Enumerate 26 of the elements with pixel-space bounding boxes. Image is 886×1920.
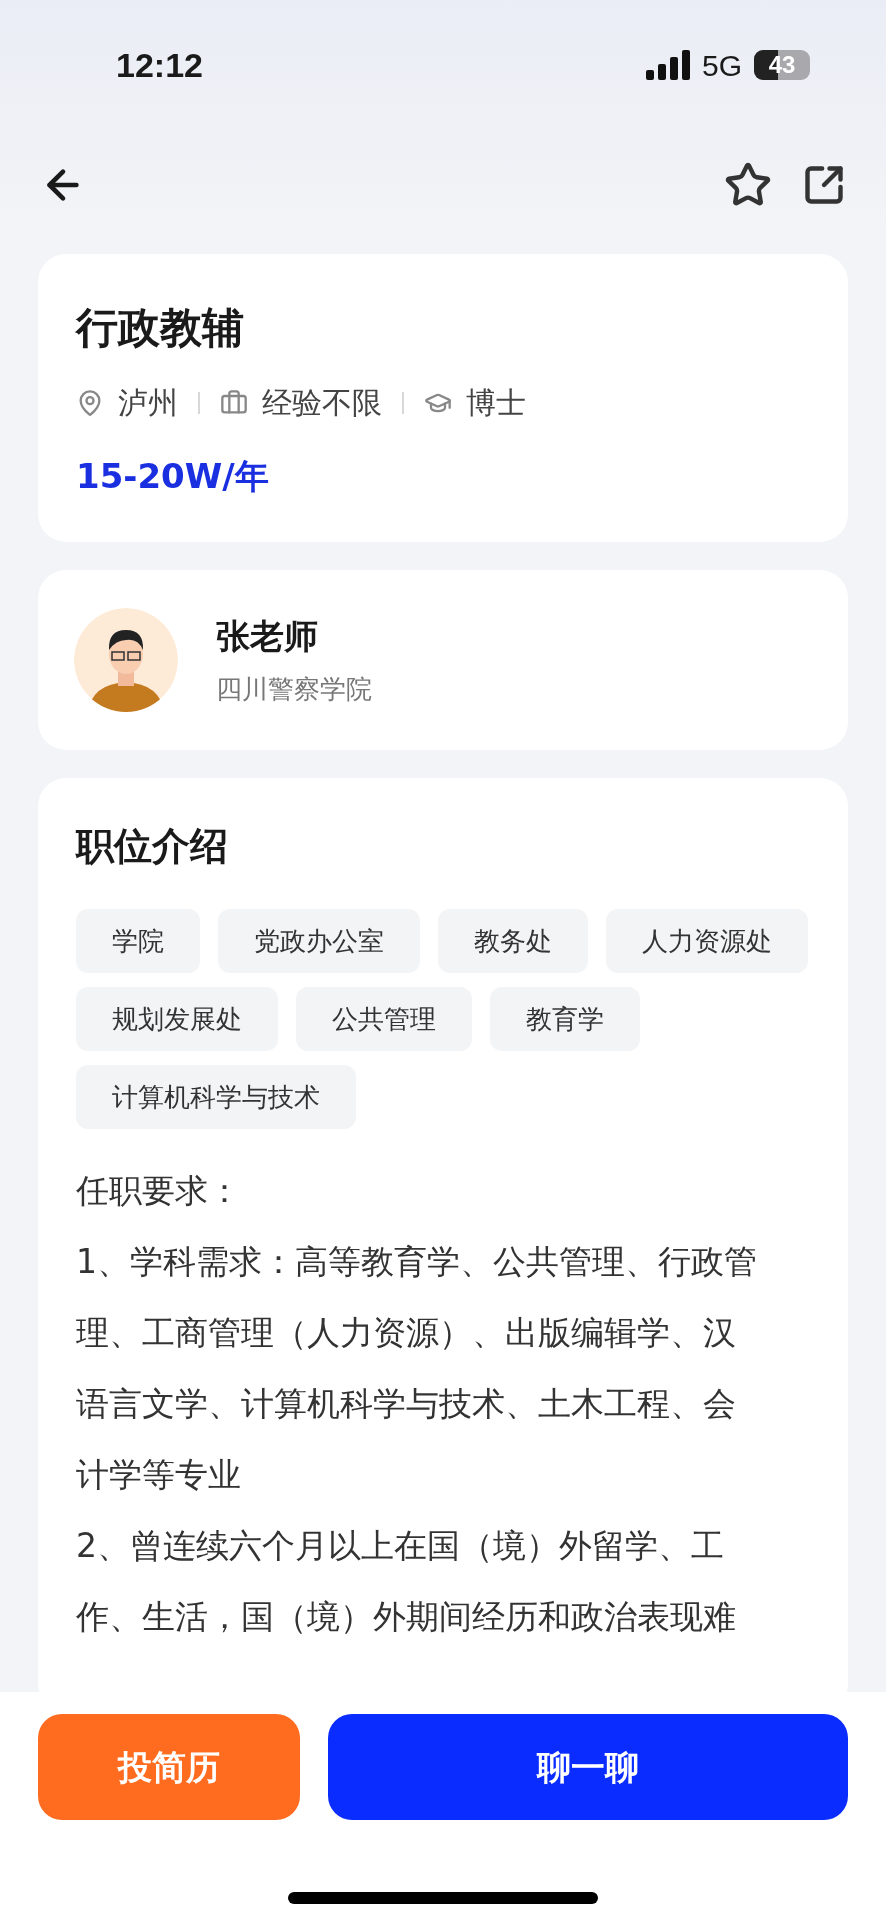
tag: 计算机科学与技术 — [76, 1065, 356, 1129]
job-title: 行政教辅 — [76, 302, 245, 354]
recruiter-org: 四川警察学院 — [216, 673, 372, 706]
description-text: 1、学科需求：高等教育学、公共管理、行政管理、工商管理（人力资源）、出版编辑学、汉语言文学、计算机科学与技术、土木工程、会计学等专业 — [76, 1241, 758, 1496]
tag: 学院 — [76, 909, 200, 973]
avatar-icon — [74, 608, 178, 712]
job-meta: 经验不限 — [262, 384, 382, 422]
salary: 15-20W/年 — [76, 455, 270, 498]
tag: 党政办公室 — [218, 909, 420, 973]
job-meta: 博士 — [466, 384, 526, 422]
description-text: 任职要求： — [76, 1170, 242, 1212]
share-button[interactable] — [802, 163, 846, 207]
status-time: 12:12 — [116, 44, 203, 86]
tag: 教务处 — [438, 909, 588, 973]
tag: 公共管理 — [296, 987, 472, 1051]
recruiter-name: 张老师 — [216, 615, 319, 658]
tag: 规划发展处 — [76, 987, 278, 1051]
network-label: 5G — [701, 47, 742, 84]
experience-icon — [220, 388, 248, 417]
chat-button[interactable]: 聊一聊 — [328, 1714, 848, 1820]
job-meta: 泸州 — [118, 384, 178, 422]
signal-icon — [645, 50, 690, 80]
tag: 教育学 — [490, 987, 640, 1051]
tag: 人力资源处 — [606, 909, 808, 973]
section-heading: 职位介绍 — [76, 823, 229, 870]
description-text: 2、曾连续六个月以上在国（境）外留学、工作、生活，国（境）外期间经历和政治表现难 — [76, 1525, 737, 1638]
